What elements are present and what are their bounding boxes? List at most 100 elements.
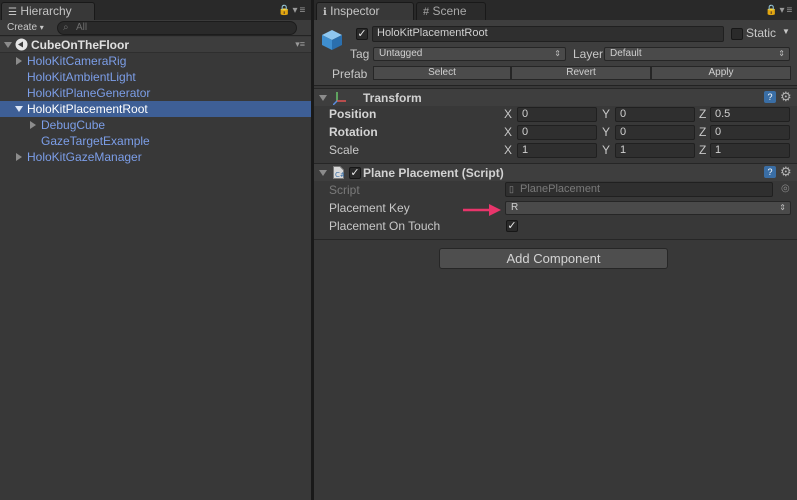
active-checkbox[interactable]: ✓ [356, 28, 368, 40]
layer-dropdown[interactable]: Default ⇕ [604, 47, 790, 61]
scene-menu-icon[interactable]: ▾≡ [295, 39, 305, 50]
hierarchy-tabstrip: ☰ Hierarchy 🔒▾≡ [0, 0, 311, 20]
script-file-icon: C# [333, 166, 344, 179]
static-label: Static [746, 26, 777, 40]
tag-value: Untagged [379, 48, 423, 59]
axis-z-label[interactable]: Z [699, 125, 706, 139]
tab-scene-label: Scene [432, 4, 467, 18]
inspector-lock-menu[interactable]: 🔒▾≡ [765, 5, 794, 16]
scale-label: Scale [329, 143, 360, 157]
position-y-input[interactable]: 0 [615, 107, 695, 122]
panel-lock-menu[interactable]: 🔒▾≡ [278, 5, 307, 16]
hierarchy-panel: ☰ Hierarchy 🔒▾≡ Create ▾ ⌕ All CubeOnThe… [0, 0, 311, 500]
tab-inspector[interactable]: ℹ Inspector [316, 2, 414, 20]
object-header: ✓ HoloKitPlacementRoot Static ▼ Tag Unta… [314, 20, 797, 86]
hierarchy-item-label: HoloKitGazeManager [27, 150, 142, 164]
scale-y-input[interactable]: 1 [615, 143, 695, 158]
updown-arrow-icon: ⇕ [554, 49, 561, 58]
hierarchy-item-label: DebugCube [41, 118, 106, 132]
axis-y-label[interactable]: Y [602, 125, 610, 139]
axis-x-label[interactable]: X [504, 107, 512, 121]
gear-icon[interactable]: ⚙ [780, 89, 792, 105]
tab-hierarchy[interactable]: ☰ Hierarchy [1, 2, 95, 20]
collapse-arrow-icon[interactable] [15, 106, 23, 112]
layer-label: Layer [573, 47, 604, 61]
axis-y-label[interactable]: Y [602, 143, 610, 157]
rotation-z-input[interactable]: 0 [710, 125, 790, 140]
axis-z-label[interactable]: Z [699, 107, 706, 121]
expand-arrow-icon[interactable] [30, 121, 36, 129]
position-x-input[interactable]: 0 [517, 107, 597, 122]
hierarchy-item[interactable]: HoloKitGazeManager [0, 149, 311, 165]
hierarchy-item-label: HoloKitPlaneGenerator [27, 86, 151, 100]
axis-x-label[interactable]: X [504, 125, 512, 139]
search-input[interactable]: ⌕ All [57, 21, 297, 35]
component-separator [314, 239, 797, 240]
expand-arrow-icon[interactable] [16, 153, 22, 161]
panel-menu-icon[interactable]: ▾≡ [292, 5, 307, 16]
transform-title: Transform [363, 91, 422, 105]
transform-header[interactable]: Transform ? ⚙ [314, 88, 797, 106]
scale-x-input[interactable]: 1 [517, 143, 597, 158]
hierarchy-item[interactable]: HoloKitAmbientLight [0, 69, 311, 85]
gear-icon[interactable]: ⚙ [780, 164, 792, 180]
add-component-button[interactable]: Add Component [439, 248, 668, 269]
hierarchy-list-icon: ☰ [8, 7, 17, 18]
rotation-y-input[interactable]: 0 [615, 125, 695, 140]
hierarchy-item[interactable]: DebugCube [0, 117, 311, 133]
script-label: Script [329, 183, 360, 197]
hierarchy-toolbar: Create ▾ ⌕ All [0, 20, 311, 36]
hierarchy-item-selected[interactable]: HoloKitPlacementRoot [0, 101, 311, 117]
axis-y-label[interactable]: Y [602, 107, 610, 121]
axis-x-label[interactable]: X [504, 143, 512, 157]
search-icon: ⌕ [63, 22, 69, 33]
expand-arrow-icon[interactable] [16, 57, 22, 65]
axis-z-label[interactable]: Z [699, 143, 706, 157]
prefab-revert-button[interactable]: Revert [511, 66, 651, 80]
scene-expand-icon[interactable] [4, 42, 12, 48]
component-enabled-checkbox[interactable]: ✓ [349, 167, 361, 179]
hierarchy-item-label: HoloKitPlacementRoot [27, 102, 148, 116]
lock-icon[interactable]: 🔒 [278, 5, 292, 16]
inspector-tabstrip: ℹ Inspector # Scene 🔒▾≡ [314, 0, 797, 20]
prefab-select-button[interactable]: Select [373, 66, 511, 80]
create-button[interactable]: Create ▾ [3, 21, 48, 35]
tag-label: Tag [350, 47, 370, 61]
hierarchy-item-label: HoloKitCameraRig [27, 54, 127, 68]
static-checkbox[interactable] [731, 28, 743, 40]
scale-z-input[interactable]: 1 [710, 143, 790, 158]
object-name-input[interactable]: HoloKitPlacementRoot [372, 26, 724, 42]
position-label: Position [329, 107, 377, 121]
chevron-down-icon: ▾ [39, 23, 44, 32]
placement-on-touch-checkbox[interactable]: ✓ [506, 220, 518, 232]
static-dropdown-icon[interactable]: ▼ [782, 27, 790, 36]
object-picker-icon[interactable]: ◎ [781, 183, 790, 194]
collapse-arrow-icon[interactable] [319, 170, 327, 176]
position-z-input[interactable]: 0.5 [710, 107, 790, 122]
layer-value: Default [610, 48, 642, 59]
unity-scene-icon [15, 38, 28, 51]
svg-text:C#: C# [335, 171, 344, 179]
hierarchy-item[interactable]: HoloKitPlaneGenerator [0, 85, 311, 101]
rotation-x-input[interactable]: 0 [517, 125, 597, 140]
prefab-apply-button[interactable]: Apply [651, 66, 791, 80]
placement-key-label: Placement Key [329, 201, 410, 215]
help-icon[interactable]: ? [764, 166, 776, 178]
hierarchy-item[interactable]: GazeTargetExample [0, 133, 311, 149]
grid-icon: # [423, 6, 430, 18]
tag-dropdown[interactable]: Untagged ⇕ [373, 47, 566, 61]
script-value: PlanePlacement [520, 183, 601, 195]
tab-scene[interactable]: # Scene [416, 2, 486, 20]
placement-on-touch-label: Placement On Touch [329, 219, 441, 233]
prefab-label: Prefab [332, 67, 368, 81]
collapse-arrow-icon[interactable] [319, 95, 327, 101]
panel-menu-icon[interactable]: ▾≡ [779, 5, 794, 16]
placement-key-value: R [511, 202, 519, 213]
plane-placement-header[interactable]: C# ✓ Plane Placement (Script) ? ⚙ [314, 163, 797, 181]
lock-icon[interactable]: 🔒 [765, 5, 779, 16]
help-icon[interactable]: ? [764, 91, 776, 103]
placement-key-dropdown[interactable]: R ⇕ [505, 201, 791, 215]
scene-row[interactable]: CubeOnTheFloor ▾≡ [0, 37, 311, 53]
hierarchy-item[interactable]: HoloKitCameraRig [0, 53, 311, 69]
annotation-arrow-icon [463, 204, 501, 216]
